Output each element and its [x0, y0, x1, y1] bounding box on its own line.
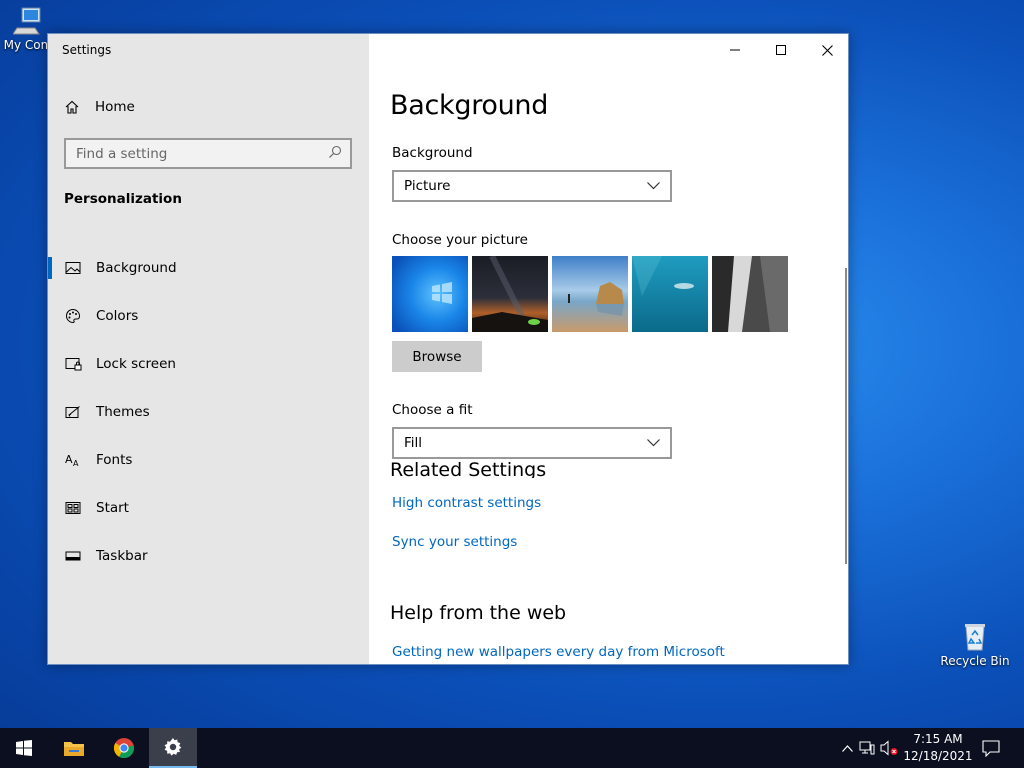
sidebar-item-fonts[interactable]: AA Fonts: [48, 436, 369, 484]
sidebar-item-label: Fonts: [96, 452, 133, 468]
action-center-button[interactable]: [968, 728, 1014, 768]
sidebar-item-label: Background: [96, 260, 177, 276]
maximize-button[interactable]: [758, 34, 804, 66]
sidebar-item-themes[interactable]: Themes: [48, 388, 369, 436]
volume-muted-icon[interactable]: [878, 740, 900, 756]
fit-dropdown-value: Fill: [404, 435, 423, 451]
desktop-icon-recycle-bin[interactable]: Recycle Bin: [938, 622, 1012, 668]
close-icon: [821, 44, 833, 56]
themes-icon: [64, 403, 82, 421]
settings-window: Settings Home Find a setting Personaliza…: [47, 33, 849, 665]
related-settings-title: Related Settings: [390, 462, 547, 478]
page-title: Background: [390, 90, 549, 121]
sidebar-item-taskbar[interactable]: Taskbar: [48, 532, 369, 580]
start-button[interactable]: [0, 728, 48, 768]
sidebar-home[interactable]: Home: [64, 96, 135, 118]
search-placeholder: Find a setting: [76, 145, 168, 162]
sidebar-item-label: Start: [96, 500, 129, 516]
minimize-button[interactable]: [712, 34, 758, 66]
wallpapers-link[interactable]: Getting new wallpapers every day from Mi…: [392, 644, 725, 660]
taskbar: 7:15 AM 12/18/2021: [0, 728, 1024, 768]
clock-time: 7:15 AM: [913, 732, 963, 746]
start-icon: [64, 499, 82, 517]
main-content: Background Background Picture Choose you…: [369, 34, 848, 664]
notification-icon: [982, 739, 1000, 757]
computer-icon: [13, 7, 41, 35]
fit-dropdown[interactable]: Fill: [392, 427, 672, 459]
window-controls: [712, 34, 848, 66]
sidebar-item-lock-screen[interactable]: Lock screen: [48, 340, 369, 388]
folder-icon: [64, 742, 84, 756]
maximize-icon: [776, 45, 786, 55]
thumbnail-windows[interactable]: [392, 256, 468, 332]
picture-thumbnails: [392, 254, 788, 332]
sidebar-item-start[interactable]: Start: [48, 484, 369, 532]
choose-fit-label: Choose a fit: [392, 402, 473, 418]
sidebar-item-label: Colors: [96, 308, 139, 324]
high-contrast-link[interactable]: High contrast settings: [392, 495, 541, 511]
sidebar-item-background[interactable]: Background: [48, 244, 369, 292]
help-title: Help from the web: [390, 602, 567, 624]
my-computer-label: My Com: [3, 38, 53, 52]
browse-button[interactable]: Browse: [392, 341, 482, 372]
sync-settings-link[interactable]: Sync your settings: [392, 534, 517, 550]
taskbar-icon: [64, 547, 82, 565]
sidebar-item-colors[interactable]: Colors: [48, 292, 369, 340]
search-icon: [328, 145, 342, 163]
background-dropdown[interactable]: Picture: [392, 170, 672, 202]
thumbnail-underwater[interactable]: [632, 256, 708, 332]
svg-text:A: A: [65, 453, 73, 466]
picture-icon: [64, 259, 82, 277]
minimize-icon: [730, 49, 740, 51]
thumbnail-beach[interactable]: [552, 256, 628, 332]
lock-screen-icon: [64, 355, 82, 373]
recycle-bin-label: Recycle Bin: [940, 654, 1010, 668]
recycle-bin-icon: [965, 624, 985, 651]
background-label: Background: [392, 145, 473, 161]
scrollbar[interactable]: [845, 268, 847, 564]
close-button[interactable]: [804, 34, 848, 66]
svg-text:A: A: [73, 459, 79, 467]
taskbar-chrome[interactable]: [100, 728, 148, 768]
sidebar: Settings Home Find a setting Personaliza…: [48, 34, 369, 664]
sidebar-nav: Background Colors Lock screen Themes A A…: [48, 244, 369, 580]
section-title: Personalization: [64, 191, 182, 207]
window-title: Settings: [62, 43, 112, 57]
chevron-down-icon: [647, 435, 660, 451]
chrome-icon: [113, 738, 135, 759]
gear-icon: [164, 738, 182, 756]
windows-logo-icon: [16, 740, 32, 756]
chevron-up-icon[interactable]: [838, 744, 856, 752]
thumbnail-night-sky[interactable]: [472, 254, 548, 332]
sidebar-item-label: Taskbar: [96, 548, 148, 564]
thumbnail-waterfall[interactable]: [712, 256, 788, 332]
search-input[interactable]: Find a setting: [64, 138, 352, 169]
network-icon[interactable]: [856, 741, 878, 755]
chevron-down-icon: [647, 178, 660, 194]
system-tray: [838, 728, 900, 768]
taskbar-file-explorer[interactable]: [50, 728, 98, 768]
sidebar-item-label: Lock screen: [96, 356, 176, 372]
choose-picture-label: Choose your picture: [392, 232, 528, 248]
sidebar-item-label: Themes: [96, 404, 150, 420]
home-icon: [64, 99, 80, 115]
palette-icon: [64, 307, 82, 325]
taskbar-clock[interactable]: 7:15 AM 12/18/2021: [900, 731, 976, 765]
home-label: Home: [95, 99, 135, 115]
background-dropdown-value: Picture: [404, 178, 451, 194]
fonts-icon: AA: [64, 451, 82, 469]
clock-date: 12/18/2021: [903, 749, 973, 763]
taskbar-settings[interactable]: [149, 728, 197, 768]
